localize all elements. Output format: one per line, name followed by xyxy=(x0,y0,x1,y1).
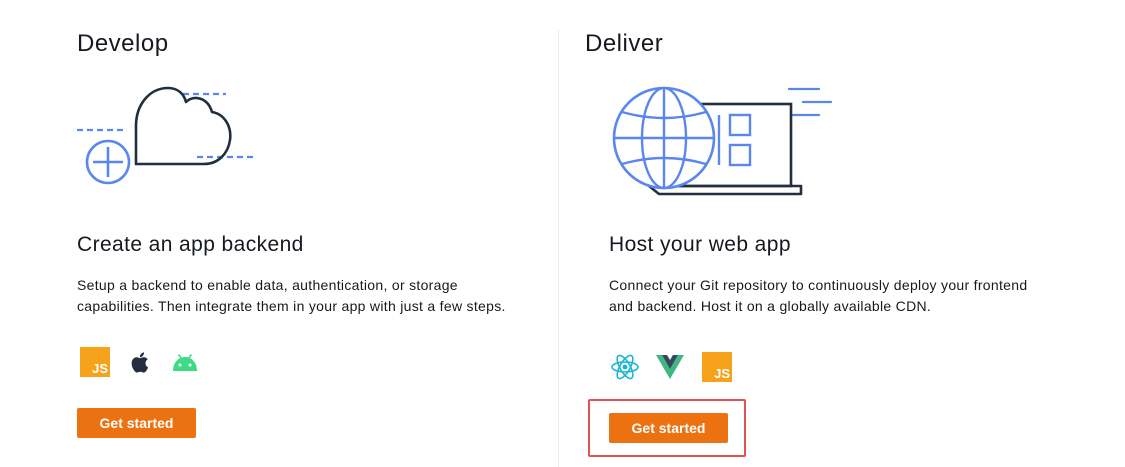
vue-icon xyxy=(656,355,684,379)
column-divider xyxy=(558,30,559,467)
develop-section-title: Develop xyxy=(77,30,169,57)
develop-card-title: Create an app backend xyxy=(77,233,304,256)
deliver-get-started-button[interactable]: Get started xyxy=(609,413,728,443)
deliver-card-title: Host your web app xyxy=(609,233,791,256)
cloud-plus-illustration xyxy=(77,86,257,185)
android-icon xyxy=(173,354,197,371)
react-icon xyxy=(611,354,639,380)
javascript-icon: JS xyxy=(702,352,732,382)
globe-laptop-illustration xyxy=(612,86,833,196)
javascript-icon: JS xyxy=(80,347,110,377)
deliver-section-title: Deliver xyxy=(585,30,664,57)
deliver-card-description: Connect your Git repository to continuou… xyxy=(609,277,1028,314)
develop-card-description: Setup a backend to enable data, authenti… xyxy=(77,277,506,314)
apple-icon xyxy=(131,352,149,373)
develop-get-started-button[interactable]: Get started xyxy=(77,408,196,438)
